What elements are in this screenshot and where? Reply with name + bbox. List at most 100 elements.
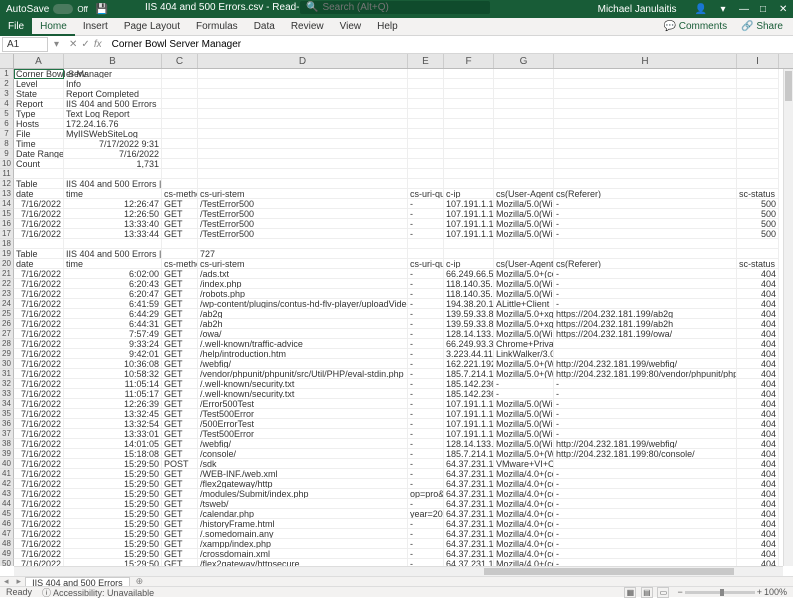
cell[interactable]: - [408,219,444,229]
cell[interactable]: 107.191.1.192 [444,229,494,239]
table-row[interactable]: 297/16/20229:42:01GET/help/introduction.… [0,349,783,359]
cell[interactable]: 7/16/2022 [14,409,64,419]
row-header[interactable]: 5 [0,109,14,119]
cell[interactable]: /robots.php [198,289,408,299]
cell[interactable]: 7/16/2022 [14,369,64,379]
cell[interactable]: 7/16/2022 [14,379,64,389]
tab-data[interactable]: Data [246,18,283,36]
cell[interactable]: - [554,499,737,509]
cell[interactable] [737,119,779,129]
cell[interactable]: GET [162,269,198,279]
cell[interactable]: Chrome+Privacy+i- [494,339,554,349]
cell[interactable] [162,109,198,119]
row-header[interactable]: 50 [0,559,14,566]
row-header[interactable]: 28 [0,339,14,349]
cell[interactable]: 404 [737,309,779,319]
cell[interactable]: Mozilla/5.0(Wind [494,279,554,289]
cell[interactable] [737,89,779,99]
row-header[interactable]: 27 [0,329,14,339]
cell[interactable]: 12:26:50 [64,209,162,219]
table-row[interactable]: 227/16/20226:20:43GET/index.php-118.140.… [0,279,783,289]
row-header[interactable]: 26 [0,319,14,329]
cell[interactable]: 15:29:50 [64,459,162,469]
cell[interactable]: State [14,89,64,99]
cell[interactable] [554,239,737,249]
cell[interactable]: 7/16/2022 [14,479,64,489]
row-header[interactable]: 34 [0,399,14,409]
cell[interactable] [14,239,64,249]
cell[interactable] [162,99,198,109]
cell[interactable] [554,109,737,119]
tab-view[interactable]: View [332,18,370,36]
cell[interactable] [737,249,779,259]
cell[interactable]: - [554,529,737,539]
col-b[interactable]: B [64,54,162,68]
cell[interactable]: 185.142.236.34 [444,379,494,389]
cell[interactable]: cs(Referer) [554,259,737,269]
cell[interactable] [444,99,494,109]
cell[interactable]: GET [162,379,198,389]
cell[interactable]: Mozilla/5.0(Wind [494,429,554,439]
cell[interactable]: 7/16/2022 [14,399,64,409]
cell[interactable] [737,69,779,79]
col-d[interactable]: D [198,54,408,68]
cell[interactable]: 15:29:50 [64,519,162,529]
cell[interactable]: 404 [737,379,779,389]
cell[interactable]: 7/16/2022 [14,209,64,219]
cell[interactable]: Mozilla/4.0+(com) [494,499,554,509]
row-header[interactable]: 2 [0,79,14,89]
table-row[interactable]: 217/16/20226:02:00GET/ads.txt-66.249.66.… [0,269,783,279]
cell[interactable]: sc-status [737,189,779,199]
cell[interactable]: IIS 404 and 500 Errors | 404 | 1 [64,249,162,259]
cell[interactable]: /help/introduction.htm [198,349,408,359]
cell[interactable]: time [64,259,162,269]
vertical-scrollbar[interactable] [783,69,793,566]
cell[interactable]: - [408,369,444,379]
cell[interactable]: /crossdomain.xml [198,549,408,559]
col-a[interactable]: A [14,54,64,68]
cell[interactable]: GET [162,439,198,449]
cell[interactable] [494,179,554,189]
cell[interactable]: 404 [737,539,779,549]
row-header[interactable]: 1 [0,69,14,79]
cell[interactable]: /webfig/ [198,439,408,449]
cell[interactable]: 64.37.231.134 [444,489,494,499]
formula-input[interactable] [108,38,793,51]
cell[interactable]: 64.37.231.134 [444,539,494,549]
table-row[interactable]: 11 [0,169,783,179]
cells-area[interactable]: 1Corner Bowl Server Manager2LevelInfo3St… [0,69,783,566]
cell[interactable] [198,149,408,159]
cell[interactable]: - [554,199,737,209]
cell[interactable] [444,109,494,119]
table-row[interactable]: 19TableIIS 404 and 500 Errors | 404 | 17… [0,249,783,259]
table-row[interactable]: 257/16/20226:44:29GET/ab2g-139.59.33.87M… [0,309,783,319]
table-row[interactable]: 337/16/202211:05:17GET/.well-known/secur… [0,389,783,399]
cell[interactable]: 500 [737,219,779,229]
cell[interactable]: /Test500Error [198,429,408,439]
cell[interactable]: GET [162,389,198,399]
cell[interactable] [408,99,444,109]
cell[interactable] [162,149,198,159]
tab-insert[interactable]: Insert [75,18,116,36]
cell[interactable] [444,89,494,99]
cell[interactable] [737,99,779,109]
cell[interactable]: 9:42:01 [64,349,162,359]
cell[interactable]: 64.37.231.134 [444,529,494,539]
cell[interactable] [444,129,494,139]
cell[interactable]: GET [162,429,198,439]
cell[interactable] [162,119,198,129]
row-header[interactable]: 38 [0,439,14,449]
cell[interactable]: 3.223.44.119 [444,349,494,359]
cell[interactable]: 6:44:31 [64,319,162,329]
row-header[interactable]: 3 [0,89,14,99]
tab-page-layout[interactable]: Page Layout [116,18,188,36]
namebox-dropdown-icon[interactable]: ▾ [50,39,63,50]
cell[interactable] [444,149,494,159]
cell[interactable]: IIS 404 and 500 Errors | 500 | 4 [64,179,162,189]
cell[interactable] [408,159,444,169]
cell[interactable]: - [554,209,737,219]
row-header[interactable]: 36 [0,419,14,429]
col-i[interactable]: I [737,54,779,68]
cell[interactable]: - [554,549,737,559]
cell[interactable]: 500 [737,229,779,239]
